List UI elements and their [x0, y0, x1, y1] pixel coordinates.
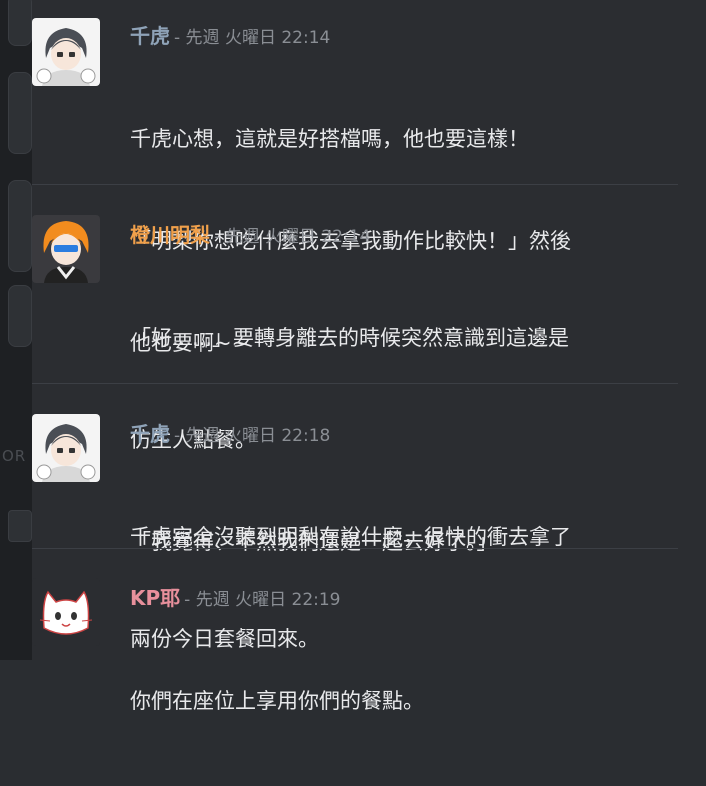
chat-message: KP耶 - 先週 火曜日 22:19 你們在座位上享用你們的餐點。 [32, 550, 706, 713]
chat-message: 千虎 - 先週 火曜日 22:18 千虎完全沒聽到明梨在說什麼，很快的衝去拿了 兩… [32, 384, 706, 651]
chat-message: 橙川明梨 - 先週 火曜日 22:14 「好......」要轉身離去的時候突然意識… [32, 185, 706, 554]
author-name[interactable]: 橙川明梨 [130, 223, 210, 247]
message-body: 你們在座位上享用你們的餐點。 [130, 616, 690, 786]
chat-message-list: 千虎 - 先週 火曜日 22:14 千虎心想，這就是好搭檔嗎，他也要這樣！ 「明梨… [32, 0, 706, 713]
timestamp: - 先週 火曜日 22:14 [214, 227, 371, 247]
sidebar-server-icon[interactable] [8, 180, 32, 272]
timestamp: - 先週 火曜日 22:18 [174, 426, 331, 446]
author-name[interactable]: 千虎 [130, 24, 170, 48]
chibi-orange-hair-boy-avatar[interactable] [32, 215, 100, 283]
white-cat-avatar[interactable] [32, 578, 100, 646]
chibi-gray-hair-boy-avatar[interactable] [32, 18, 100, 86]
author-name[interactable]: 千虎 [130, 422, 170, 446]
sidebar-fragment-text: OR [2, 447, 27, 465]
sidebar-server-icon[interactable] [8, 285, 32, 347]
chat-message: 千虎 - 先週 火曜日 22:14 千虎心想，這就是好搭檔嗎，他也要這樣！ 「明梨… [32, 0, 706, 355]
message-line: 「好......」要轉身離去的時候突然意識到這邊是 [130, 326, 570, 350]
server-sidebar-strip: OR [0, 0, 32, 660]
message-line: 千虎心想，這就是好搭檔嗎，他也要這樣！ [130, 127, 529, 151]
message-line: 你們在座位上享用你們的餐點。 [130, 689, 424, 713]
sidebar-server-icon[interactable] [8, 0, 32, 46]
timestamp: - 先週 火曜日 22:19 [184, 590, 341, 610]
sidebar-panel [8, 510, 32, 542]
sidebar-server-icon[interactable] [8, 72, 32, 154]
message-header: 橙川明梨 - 先週 火曜日 22:14 [130, 219, 370, 248]
message-divider [32, 548, 678, 549]
chibi-gray-hair-boy-avatar[interactable] [32, 414, 100, 482]
author-name[interactable]: KP耶 [130, 586, 180, 610]
message-header: 千虎 - 先週 火曜日 22:18 [130, 418, 330, 447]
message-header: KP耶 - 先週 火曜日 22:19 [130, 582, 341, 611]
timestamp: - 先週 火曜日 22:14 [174, 28, 331, 48]
message-header: 千虎 - 先週 火曜日 22:14 [130, 20, 330, 49]
